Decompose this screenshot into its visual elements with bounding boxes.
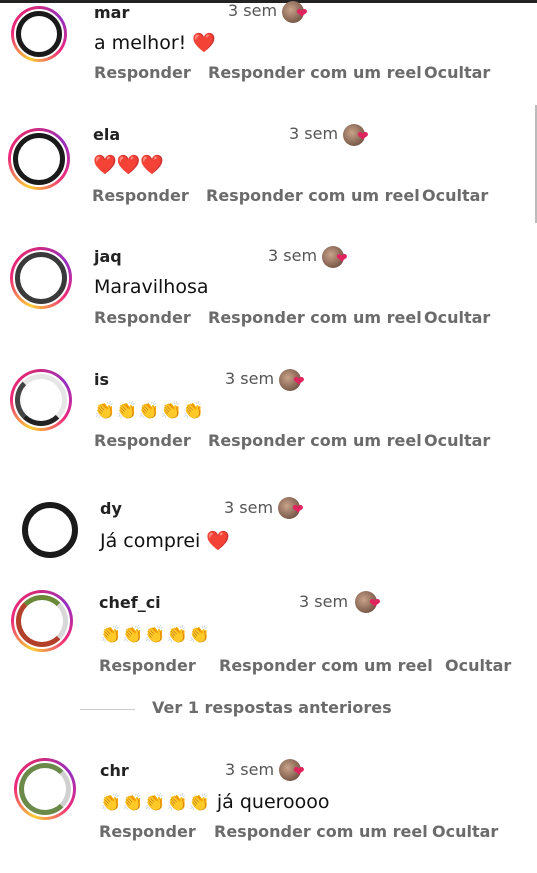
hide-button[interactable]: Ocultar	[422, 186, 488, 205]
comment-time: 3 sem	[268, 246, 318, 265]
comment-text: 👏👏👏👏👏	[94, 401, 205, 421]
comment-username[interactable]: ela	[93, 125, 120, 144]
hide-button[interactable]: Ocultar	[432, 822, 498, 841]
avatar[interactable]	[10, 247, 72, 309]
hide-button[interactable]: Ocultar	[424, 308, 490, 327]
comment-time: 3 sem	[299, 592, 349, 611]
comment-time: 3 sem	[225, 369, 275, 388]
hide-button[interactable]: Ocultar	[424, 431, 490, 450]
comment-time: 3 sem	[289, 124, 339, 143]
comment-text: Maravilhosa	[94, 276, 209, 298]
liked-by-author-icon: ❤	[355, 591, 389, 615]
comment-text: a melhor! ❤️	[94, 32, 216, 54]
reply-reel-button[interactable]: Responder com um reel	[208, 308, 422, 327]
liked-by-author-icon: ❤	[343, 124, 377, 148]
comment-text: Já comprei ❤️	[100, 530, 231, 552]
reply-button[interactable]: Responder	[99, 822, 196, 841]
comment-time: 3 sem	[225, 760, 275, 779]
avatar[interactable]	[11, 6, 67, 62]
comment-username[interactable]: is	[94, 370, 109, 389]
avatar[interactable]	[14, 758, 76, 820]
hide-button[interactable]: Ocultar	[445, 656, 511, 675]
comment-username[interactable]: dy	[100, 499, 122, 518]
reply-reel-button[interactable]: Responder com um reel	[219, 656, 433, 675]
reply-button[interactable]: Responder	[94, 308, 191, 327]
comment-username[interactable]: jaq	[94, 247, 122, 266]
comment-time: 3 sem	[224, 498, 274, 517]
avatar[interactable]	[11, 590, 73, 652]
reply-reel-button[interactable]: Responder com um reel	[214, 822, 428, 841]
avatar[interactable]	[8, 128, 70, 190]
divider	[80, 709, 135, 710]
reply-reel-button[interactable]: Responder com um reel	[208, 63, 422, 82]
view-previous-label[interactable]: Ver 1 respostas anteriores	[152, 698, 392, 717]
avatar[interactable]	[10, 369, 72, 431]
reply-button[interactable]: Responder	[94, 431, 191, 450]
comment-time: 3 sem	[228, 1, 278, 20]
reply-button[interactable]: Responder	[92, 186, 189, 205]
reply-reel-button[interactable]: Responder com um reel	[208, 431, 422, 450]
liked-by-author-icon: ❤	[279, 759, 313, 783]
comment-username[interactable]: chr	[100, 761, 129, 780]
comment-text: 👏👏👏👏👏	[100, 625, 211, 645]
comment-username[interactable]: chef_ci	[99, 593, 161, 612]
reply-reel-button[interactable]: Responder com um reel	[206, 186, 420, 205]
comment-text: ❤️❤️❤️	[93, 154, 164, 176]
view-previous-replies[interactable]: Ver 1 respostas anteriores	[80, 698, 480, 720]
liked-by-author-icon: ❤	[278, 497, 312, 521]
liked-by-author-icon: ❤	[322, 246, 356, 270]
comment-text: 👏👏👏👏👏 já queroooo	[100, 791, 330, 813]
comment-username[interactable]: mar	[94, 3, 129, 22]
avatar[interactable]	[22, 502, 78, 558]
liked-by-author-icon: ❤	[279, 369, 313, 393]
reply-button[interactable]: Responder	[99, 656, 196, 675]
reply-button[interactable]: Responder	[94, 63, 191, 82]
liked-by-author-icon: ❤	[282, 1, 316, 25]
hide-button[interactable]: Ocultar	[424, 63, 490, 82]
